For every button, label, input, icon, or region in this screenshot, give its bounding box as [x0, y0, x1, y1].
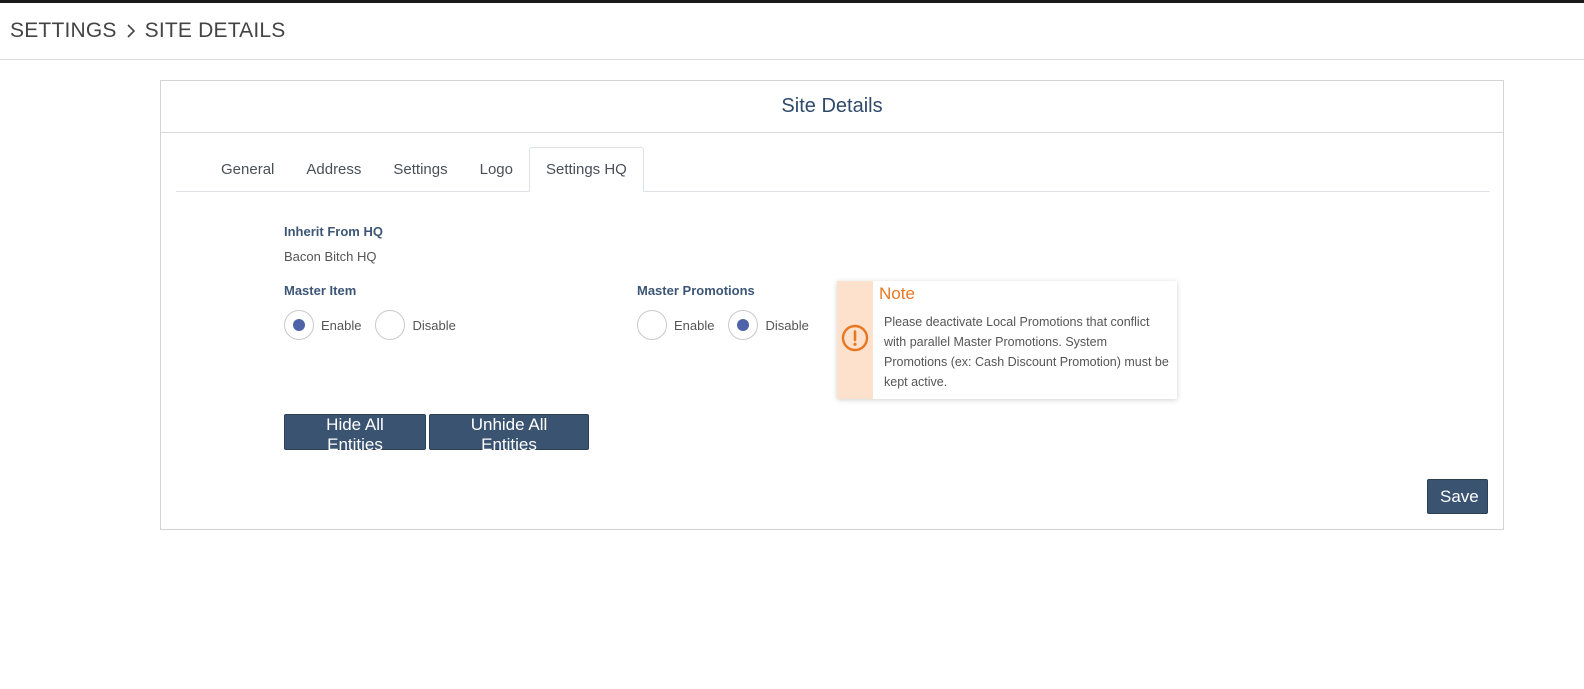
site-details-card: Site Details General Address Settings Lo… [160, 80, 1504, 530]
radio-dot [737, 319, 750, 331]
save-button[interactable]: Save [1427, 479, 1488, 514]
note-text: Please deactivate Local Promotions that … [884, 315, 1169, 389]
tab-bar: General Address Settings Logo Settings H… [176, 147, 1490, 192]
hide-all-entities-button[interactable]: Hide All Entities [284, 414, 426, 454]
unhide-all-entities-button[interactable]: Unhide All Entities [429, 414, 589, 454]
master-promotions-enable-label[interactable]: Enable [674, 318, 714, 333]
tab-settings[interactable]: Settings [377, 147, 463, 191]
card-title: Site Details [161, 81, 1503, 133]
master-promotions-disable-label[interactable]: Disable [765, 318, 808, 333]
master-item-radio-group: Enable Disable [284, 310, 470, 340]
inherit-from-hq-value: Bacon Bitch HQ [284, 249, 377, 264]
master-promotions-disable-radio[interactable] [728, 310, 759, 340]
exclamation-circle-icon [841, 324, 869, 357]
master-promotions-label: Master Promotions [637, 283, 755, 298]
header-divider [0, 59, 1584, 60]
master-item-enable-radio[interactable] [284, 310, 314, 340]
chevron-right-icon [125, 23, 137, 39]
note-callout: Note Please deactivate Local Promotions … [837, 281, 1177, 399]
master-promotions-radio-group: Enable Disable [637, 310, 823, 340]
note-side-bar [837, 281, 873, 399]
note-title: Note [879, 284, 915, 303]
inherit-from-hq-label: Inherit From HQ [284, 224, 383, 239]
master-item-label: Master Item [284, 283, 357, 298]
tab-settings-hq[interactable]: Settings HQ [528, 147, 644, 192]
breadcrumb-root[interactable]: SETTINGS [10, 19, 117, 43]
radio-dot [293, 319, 305, 331]
breadcrumb: SETTINGS SITE DETAILS [10, 16, 286, 46]
breadcrumb-current: SITE DETAILS [144, 19, 286, 42]
tab-general[interactable]: General [205, 147, 290, 191]
tab-logo[interactable]: Logo [464, 147, 529, 191]
master-promotions-enable-radio[interactable] [637, 310, 667, 340]
tab-address[interactable]: Address [290, 147, 377, 191]
master-item-enable-label[interactable]: Enable [321, 318, 361, 333]
master-item-disable-radio[interactable] [375, 310, 406, 340]
master-item-disable-label[interactable]: Disable [412, 318, 455, 333]
top-border [0, 0, 1584, 3]
